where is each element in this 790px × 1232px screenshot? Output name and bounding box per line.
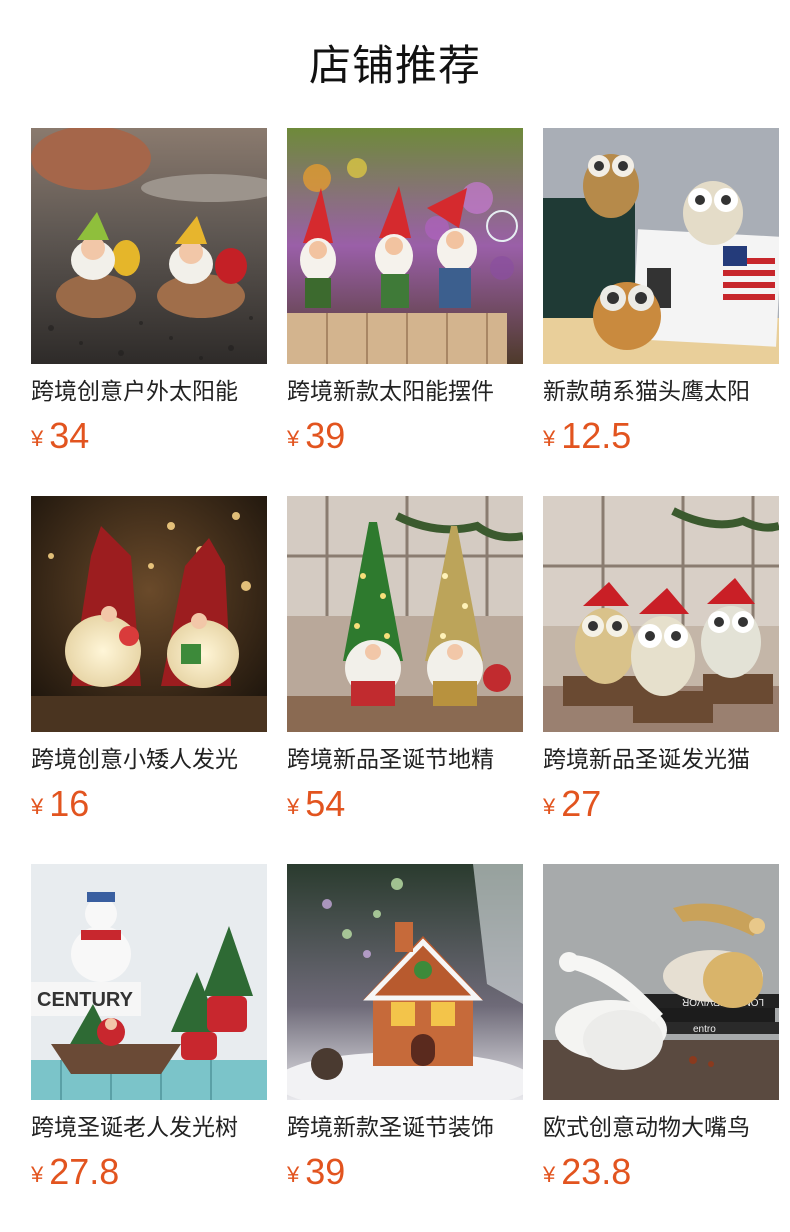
product-name[interactable]: 跨境创意户外太阳能 <box>31 376 267 408</box>
product-price: ¥39 <box>287 1150 345 1194</box>
currency-symbol: ¥ <box>287 794 300 819</box>
product-name[interactable]: 跨境创意小矮人发光 <box>31 744 267 776</box>
currency-symbol: ¥ <box>543 426 556 451</box>
product-card[interactable]: LONE SURVIVOR entro 欧式创意动物大嘴鸟 ¥23.8 <box>543 864 779 1232</box>
price-value: 27.8 <box>49 1151 120 1192</box>
product-card[interactable]: 跨境创意户外太阳能 ¥34 <box>31 128 267 496</box>
product-card[interactable]: 跨境新品圣诞节地精 ¥54 <box>287 496 523 864</box>
product-image-christmas-owls[interactable] <box>543 496 779 732</box>
product-image-owls-on-books[interactable] <box>543 128 779 364</box>
product-image-red-hat-gnomes[interactable] <box>287 128 523 364</box>
product-image-gingerbread-house[interactable] <box>287 864 523 1100</box>
currency-symbol: ¥ <box>31 794 44 819</box>
price-value: 16 <box>49 783 90 824</box>
product-price: ¥23.8 <box>543 1150 631 1194</box>
product-card[interactable]: CENTURY 跨境圣诞老人发光树 ¥27.8 <box>31 864 267 1232</box>
price-value: 23.8 <box>561 1151 632 1192</box>
price-value: 34 <box>49 415 90 456</box>
product-name[interactable]: 新款萌系猫头鹰太阳 <box>543 376 779 408</box>
product-name[interactable]: 欧式创意动物大嘴鸟 <box>543 1112 779 1144</box>
product-name[interactable]: 跨境新款圣诞节装饰 <box>287 1112 523 1144</box>
product-card[interactable]: 跨境创意小矮人发光 ¥16 <box>31 496 267 864</box>
product-price: ¥39 <box>287 414 345 458</box>
product-card[interactable]: 跨境新品圣诞发光猫 ¥27 <box>543 496 779 864</box>
currency-symbol: ¥ <box>543 794 556 819</box>
product-image-pelican-bowls[interactable]: LONE SURVIVOR entro <box>543 864 779 1100</box>
currency-symbol: ¥ <box>287 1162 300 1187</box>
currency-symbol: ¥ <box>31 426 44 451</box>
product-price: ¥27 <box>543 782 601 826</box>
product-name[interactable]: 跨境圣诞老人发光树 <box>31 1112 267 1144</box>
product-image-santa-boat-tree[interactable]: CENTURY <box>31 864 267 1100</box>
product-price: ¥16 <box>31 782 89 826</box>
product-image-tree-hat-gnomes[interactable] <box>287 496 523 732</box>
svg-text:CENTURY: CENTURY <box>37 989 134 1011</box>
svg-text:entro: entro <box>693 1024 716 1035</box>
price-value: 27 <box>561 783 602 824</box>
product-grid: 跨境创意户外太阳能 ¥34 跨境新款太阳能摆件 ¥ 39 新款萌系猫头鹰太阳 ¥… <box>31 128 779 1232</box>
product-card[interactable]: 新款萌系猫头鹰太阳 ¥12.5 <box>543 128 779 496</box>
product-image-glowing-santa-gnomes[interactable] <box>31 496 267 732</box>
product-price: ¥54 <box>287 782 345 826</box>
product-image-gnomes-on-rocks[interactable] <box>31 128 267 364</box>
currency-symbol: ¥ <box>31 1162 44 1187</box>
currency-symbol: ¥ <box>287 426 300 451</box>
product-price: ¥34 <box>31 414 89 458</box>
page-title: 店铺推荐 <box>308 41 481 90</box>
product-name[interactable]: 跨境新款太阳能摆件 <box>287 376 523 408</box>
product-name[interactable]: 跨境新品圣诞发光猫 <box>543 744 779 776</box>
product-card[interactable]: 跨境新款太阳能摆件 ¥39 <box>287 128 523 496</box>
price-value: 54 <box>305 783 346 824</box>
product-price: ¥12.5 <box>543 414 631 458</box>
currency-symbol: ¥ <box>543 1162 556 1187</box>
product-name[interactable]: 跨境新品圣诞节地精 <box>287 744 523 776</box>
price-value: 12.5 <box>561 415 632 456</box>
price-value: 39 <box>305 415 346 456</box>
product-card[interactable]: 跨境新款圣诞节装饰 ¥39 <box>287 864 523 1232</box>
price-value: 39 <box>305 1151 346 1192</box>
product-price: ¥27.8 <box>31 1150 119 1194</box>
